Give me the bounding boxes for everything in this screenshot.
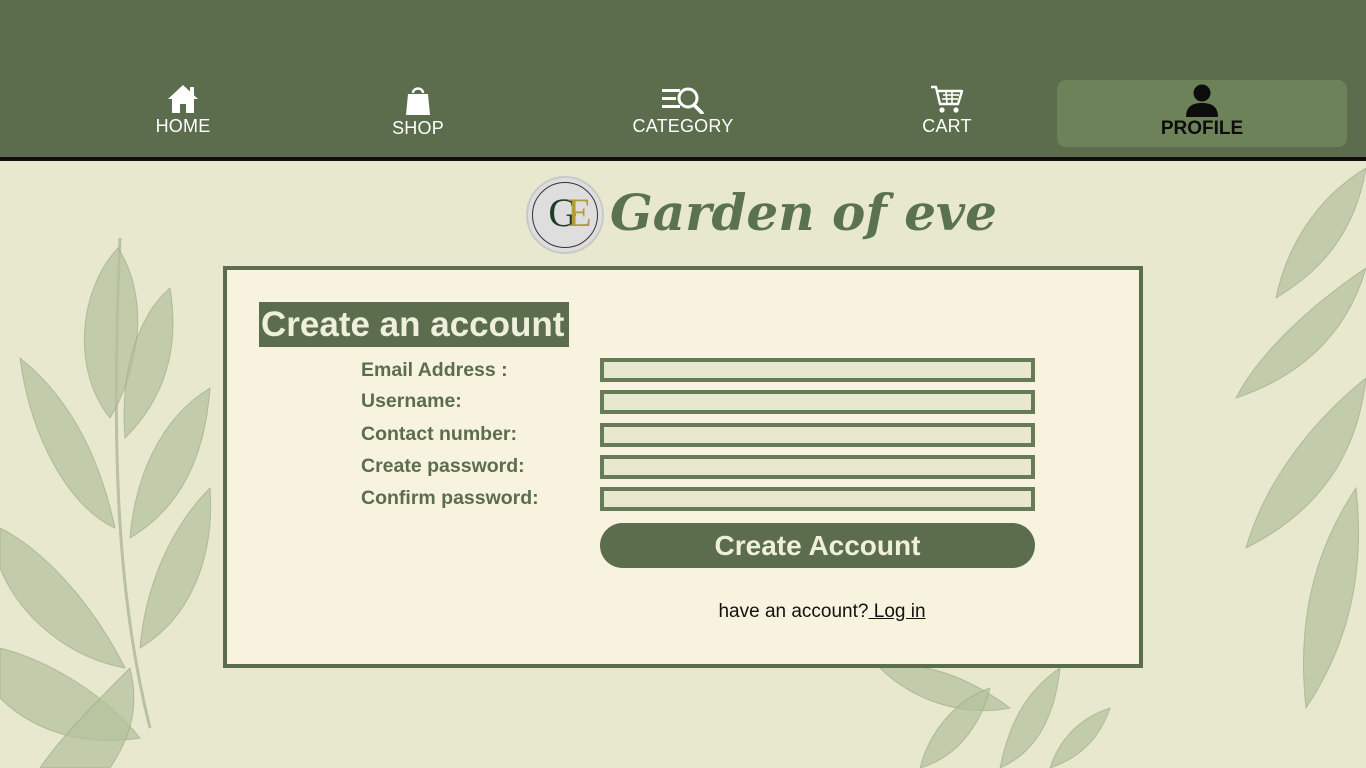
nav-category[interactable]: CATEGORY xyxy=(613,84,753,146)
nav-divider xyxy=(0,157,1366,161)
login-prompt: have an account? Log in xyxy=(600,600,1044,624)
email-field[interactable] xyxy=(600,358,1035,382)
brand-name: Garden of eve xyxy=(610,183,997,242)
leaf-decoration-right xyxy=(1235,168,1366,710)
username-label: Username: xyxy=(361,390,462,412)
create-account-button[interactable]: Create Account xyxy=(600,523,1035,568)
user-icon xyxy=(1186,84,1218,117)
email-label: Email Address : xyxy=(361,359,508,381)
create-password-label: Create password: xyxy=(361,455,525,477)
nav-shop-label: SHOP xyxy=(392,118,444,138)
contact-number-field[interactable] xyxy=(600,423,1035,447)
home-icon xyxy=(168,85,198,113)
leaf-decoration-bottom xyxy=(879,664,1111,768)
contact-number-label: Contact number: xyxy=(361,423,517,445)
login-prompt-text: have an account? xyxy=(718,601,869,622)
nav-cart[interactable]: CART xyxy=(897,84,997,146)
nav-profile-label: PROFILE xyxy=(1160,118,1244,139)
brand-logo: GE xyxy=(526,176,604,254)
shopping-bag-icon xyxy=(406,87,430,115)
form-title: Create an account xyxy=(259,302,570,347)
confirm-password-label: Confirm password: xyxy=(361,487,539,509)
nav-cart-label: CART xyxy=(922,116,972,136)
create-password-field[interactable] xyxy=(600,455,1035,479)
logo-monogram: GE xyxy=(548,190,592,235)
nav-home-label: HOME xyxy=(155,116,211,136)
category-search-icon xyxy=(662,87,704,114)
confirm-password-field[interactable] xyxy=(600,487,1035,511)
nav-home[interactable]: HOME xyxy=(133,84,233,146)
username-field[interactable] xyxy=(600,390,1035,414)
cart-icon xyxy=(931,85,964,113)
nav-shop[interactable]: SHOP xyxy=(368,84,468,146)
nav-category-label: CATEGORY xyxy=(632,116,734,136)
login-link[interactable]: Log in xyxy=(868,601,926,622)
nav-profile[interactable]: PROFILE xyxy=(1057,80,1347,147)
leaf-decoration-left xyxy=(0,237,212,768)
